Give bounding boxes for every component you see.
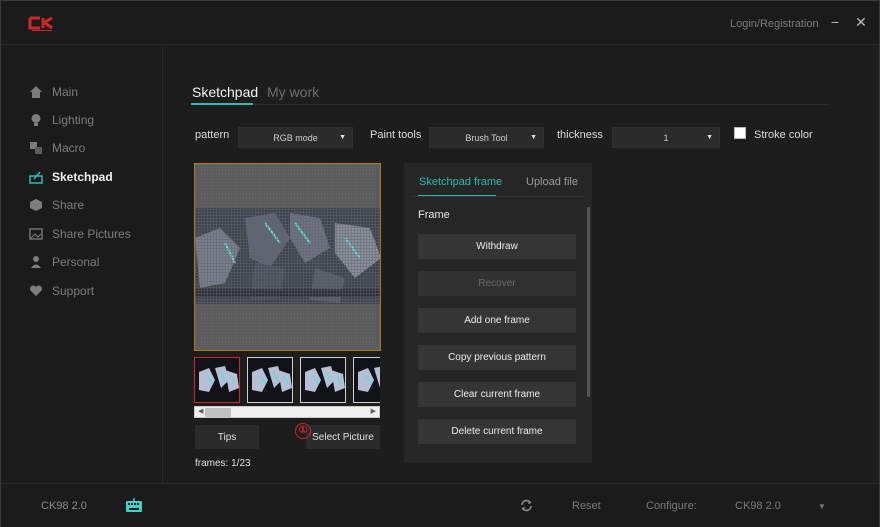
tab-divider: [191, 104, 829, 105]
picture-icon: [29, 228, 43, 240]
sketchpad-canvas[interactable]: [194, 163, 381, 351]
frame-thumbnail[interactable]: [353, 357, 380, 403]
sidebar: Main Lighting Macro Sketchpad Share Shar…: [1, 46, 163, 483]
sidebar-item-label: Share: [52, 198, 85, 212]
title-bar: Login/Registration − ✕: [1, 1, 879, 45]
minimize-button[interactable]: −: [827, 14, 843, 30]
sidebar-item-support[interactable]: Support: [29, 281, 94, 301]
scroll-left-icon[interactable]: ◀: [198, 407, 203, 417]
sidebar-item-lighting[interactable]: Lighting: [29, 110, 94, 130]
thickness-select-value: 1: [663, 132, 669, 143]
panel-scrollbar[interactable]: [587, 207, 590, 397]
thickness-select[interactable]: 1 ▼: [612, 127, 720, 148]
tab-sketchpad[interactable]: Sketchpad: [192, 84, 258, 100]
sidebar-item-label: Macro: [52, 141, 86, 155]
sidebar-item-label: Lighting: [52, 113, 95, 127]
panel-tab-divider: [412, 196, 584, 197]
frame-thumbnail-image: [248, 358, 292, 402]
frame-thumbnails: [194, 356, 380, 404]
frame-thumbnail-image: [301, 358, 345, 402]
scroll-right-icon[interactable]: ▶: [371, 407, 376, 417]
chevron-down-icon: ▼: [339, 134, 346, 141]
sidebar-item-label: Main: [52, 85, 79, 99]
footer-bar: CK98 2.0 Reset Configure: CK98 2.0 ▼: [1, 483, 879, 527]
pattern-select-value: RGB mode: [273, 132, 318, 143]
sidebar-item-main[interactable]: Main: [29, 82, 78, 102]
main-content: Sketchpad My work pattern RGB mode ▼ Pai…: [164, 46, 879, 483]
refresh-icon[interactable]: [520, 499, 533, 512]
person-icon: [31, 256, 41, 268]
reset-button[interactable]: Reset: [572, 500, 601, 512]
macro-icon: [30, 142, 42, 154]
copy-previous-pattern-button[interactable]: Copy previous pattern: [418, 345, 576, 370]
tab-upload-file[interactable]: Upload file: [526, 176, 578, 188]
sidebar-item-macro[interactable]: Macro: [29, 138, 85, 158]
close-button[interactable]: ✕: [853, 14, 869, 30]
brand-logo: [28, 16, 53, 31]
pattern-select[interactable]: RGB mode ▼: [238, 127, 353, 148]
login-registration-link[interactable]: Login/Registration: [730, 18, 819, 30]
frame-thumbnail[interactable]: [194, 357, 240, 403]
recover-button[interactable]: Recover: [418, 271, 576, 296]
sidebar-item-share-pictures[interactable]: Share Pictures: [29, 224, 131, 244]
add-one-frame-button[interactable]: Add one frame: [418, 308, 576, 333]
heart-icon: [29, 285, 43, 296]
pattern-label: pattern: [195, 129, 230, 141]
sidebar-item-label: Personal: [52, 255, 100, 269]
chevron-down-icon: ▼: [706, 134, 713, 141]
step-badge: ①: [295, 423, 311, 439]
keyboard-icon[interactable]: [125, 497, 143, 513]
app-window: Login/Registration − ✕ Main Lighting Mac…: [0, 0, 880, 527]
panel-active-tab-indicator: [418, 195, 496, 196]
select-picture-button[interactable]: Select Picture: [306, 425, 380, 449]
device-name: CK98 2.0: [41, 500, 87, 512]
active-tab-indicator: [191, 103, 253, 105]
delete-current-frame-button[interactable]: Delete current frame: [418, 419, 576, 444]
scrollbar-thumb[interactable]: [205, 408, 231, 417]
thumbnail-scrollbar[interactable]: ◀ ▶: [194, 406, 380, 418]
sidebar-item-sketchpad[interactable]: Sketchpad: [29, 167, 113, 187]
bulb-icon: [31, 114, 41, 126]
frame-thumbnail[interactable]: [300, 357, 346, 403]
frame-thumbnail-image: [195, 358, 239, 402]
frame-thumbnail[interactable]: [247, 357, 293, 403]
paint-tools-select[interactable]: Brush Tool ▼: [429, 127, 544, 148]
tab-my-work[interactable]: My work: [267, 84, 319, 100]
paint-tools-select-value: Brush Tool: [465, 132, 508, 143]
sidebar-item-share[interactable]: Share: [29, 195, 84, 215]
home-icon: [30, 86, 42, 98]
chevron-down-icon[interactable]: ▼: [818, 502, 826, 511]
configure-label: Configure:: [646, 500, 697, 512]
stroke-color-checkbox[interactable]: [734, 127, 746, 139]
sketchpad-icon: [29, 171, 43, 184]
sidebar-item-personal[interactable]: Personal: [29, 252, 99, 272]
stroke-color-label: Stroke color: [754, 129, 813, 141]
withdraw-button[interactable]: Withdraw: [418, 234, 576, 259]
chevron-down-icon: ▼: [530, 134, 537, 141]
tab-sketchpad-frame[interactable]: Sketchpad frame: [419, 176, 502, 188]
share-cube-icon: [30, 199, 42, 211]
frame-section-title: Frame: [418, 209, 450, 221]
sidebar-item-label: Share Pictures: [52, 227, 131, 241]
thickness-label: thickness: [557, 129, 603, 141]
sidebar-item-label: Support: [52, 284, 95, 298]
frames-counter: frames: 1/23: [195, 458, 251, 469]
frame-panel: Sketchpad frame Upload file Frame Withdr…: [404, 163, 592, 463]
clear-current-frame-button[interactable]: Clear current frame: [418, 382, 576, 407]
frame-thumbnail-image: [354, 358, 380, 402]
configure-select-value[interactable]: CK98 2.0: [735, 500, 781, 512]
tips-button[interactable]: Tips: [195, 425, 259, 449]
sidebar-item-label: Sketchpad: [52, 170, 113, 184]
paint-tools-label: Paint tools: [370, 129, 422, 141]
canvas-pixel-grid: [195, 164, 380, 350]
